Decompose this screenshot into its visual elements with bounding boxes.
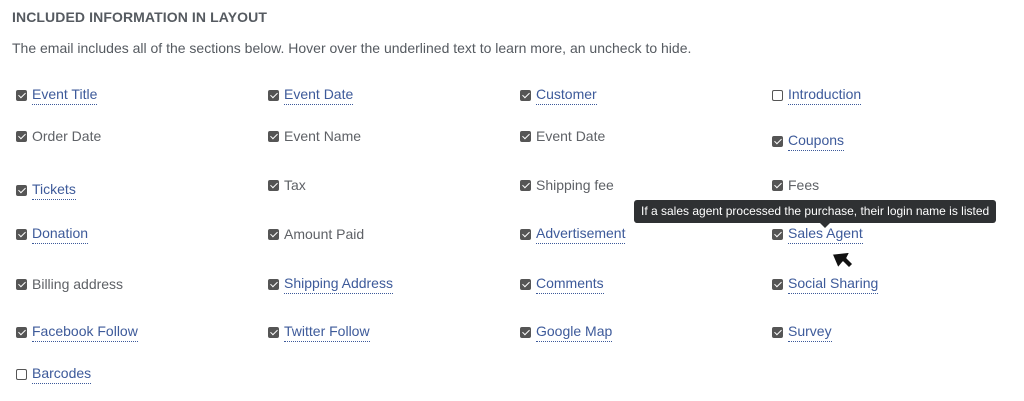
- option-tax[interactable]: Tax: [268, 175, 306, 195]
- option-label[interactable]: Advertisement: [536, 225, 626, 244]
- option-sales-agent[interactable]: Sales Agent: [772, 224, 863, 244]
- checkbox-checked-icon[interactable]: [268, 179, 279, 191]
- option-label: Shipping fee: [536, 176, 614, 193]
- checkbox-empty-icon[interactable]: [16, 368, 27, 380]
- option-label[interactable]: Comments: [536, 275, 604, 294]
- tooltip: If a sales agent processed the purchase,…: [634, 200, 997, 223]
- checkbox-empty-icon[interactable]: [772, 89, 783, 101]
- option-shipping-fee[interactable]: Shipping fee: [520, 175, 614, 195]
- checkbox-checked-icon[interactable]: [520, 179, 531, 191]
- option-label[interactable]: Google Map: [536, 323, 613, 342]
- option-label[interactable]: Twitter Follow: [284, 323, 370, 342]
- checkbox-checked-icon[interactable]: [16, 130, 27, 142]
- tooltip-arrow: [820, 223, 830, 228]
- option-facebook-follow[interactable]: Facebook Follow: [16, 322, 138, 342]
- arrow-cursor-icon: [831, 251, 854, 269]
- option-event-date[interactable]: Event Date: [268, 85, 354, 105]
- checkbox-checked-icon[interactable]: [772, 326, 783, 338]
- option-event-title[interactable]: Event Title: [16, 85, 98, 105]
- option-label[interactable]: Coupons: [788, 132, 845, 151]
- option-fees[interactable]: Fees: [772, 175, 819, 195]
- checkbox-checked-icon[interactable]: [16, 184, 27, 196]
- checkbox-checked-icon[interactable]: [520, 89, 531, 101]
- option-billing-address[interactable]: Billing address: [16, 274, 123, 294]
- checkbox-checked-icon[interactable]: [520, 326, 531, 338]
- option-introduction[interactable]: Introduction: [772, 85, 862, 105]
- option-advertisement[interactable]: Advertisement: [520, 224, 626, 244]
- option-label[interactable]: Tickets: [32, 181, 76, 200]
- option-label[interactable]: Introduction: [788, 86, 862, 105]
- option-social-sharing[interactable]: Social Sharing: [772, 274, 879, 294]
- option-comments[interactable]: Comments: [520, 274, 604, 294]
- option-label[interactable]: Barcodes: [32, 365, 92, 384]
- checkbox-checked-icon[interactable]: [268, 89, 279, 101]
- option-twitter-follow[interactable]: Twitter Follow: [268, 322, 370, 342]
- checkbox-checked-icon[interactable]: [16, 89, 27, 101]
- option-label[interactable]: Shipping Address: [284, 275, 393, 294]
- option-label: Billing address: [32, 275, 124, 292]
- option-label: Event Name: [284, 127, 362, 144]
- checkbox-checked-icon[interactable]: [520, 278, 531, 290]
- option-shipping-address[interactable]: Shipping Address: [268, 274, 393, 294]
- checkbox-checked-icon[interactable]: [520, 228, 531, 240]
- checkbox-checked-icon[interactable]: [16, 278, 27, 290]
- option-label[interactable]: Event Title: [32, 86, 98, 105]
- checkbox-checked-icon[interactable]: [520, 130, 531, 142]
- option-event-date[interactable]: Event Date: [520, 126, 605, 146]
- checkbox-checked-icon[interactable]: [268, 130, 279, 142]
- option-survey[interactable]: Survey: [772, 322, 832, 342]
- option-order-date[interactable]: Order Date: [16, 126, 101, 146]
- layout-options-panel: INCLUDED INFORMATION IN LAYOUT The email…: [0, 0, 1024, 401]
- option-barcodes[interactable]: Barcodes: [16, 364, 92, 384]
- checkbox-checked-icon[interactable]: [772, 278, 783, 290]
- checkbox-checked-icon[interactable]: [772, 228, 783, 240]
- option-label: Order Date: [32, 127, 102, 144]
- checkbox-checked-icon[interactable]: [268, 278, 279, 290]
- option-label[interactable]: Customer: [536, 86, 597, 105]
- option-label[interactable]: Social Sharing: [788, 275, 879, 294]
- checkbox-checked-icon[interactable]: [268, 326, 279, 338]
- option-label: Tax: [284, 176, 306, 193]
- section-description: The email includes all of the sections b…: [12, 40, 692, 56]
- option-label: Event Date: [536, 127, 606, 144]
- checkbox-checked-icon[interactable]: [268, 228, 279, 240]
- option-amount-paid[interactable]: Amount Paid: [268, 224, 364, 244]
- checkbox-checked-icon[interactable]: [16, 228, 27, 240]
- option-donation[interactable]: Donation: [16, 224, 89, 244]
- checkbox-checked-icon[interactable]: [772, 135, 783, 147]
- checkbox-checked-icon[interactable]: [772, 179, 783, 191]
- option-label: Amount Paid: [284, 225, 365, 242]
- option-label[interactable]: Donation: [32, 225, 89, 244]
- option-label[interactable]: Event Date: [284, 86, 354, 105]
- option-google-map[interactable]: Google Map: [520, 322, 613, 342]
- option-coupons[interactable]: Coupons: [772, 131, 845, 151]
- option-event-name[interactable]: Event Name: [268, 126, 361, 146]
- option-customer[interactable]: Customer: [520, 85, 597, 105]
- option-tickets[interactable]: Tickets: [16, 180, 76, 200]
- section-title: INCLUDED INFORMATION IN LAYOUT: [12, 9, 267, 25]
- option-label[interactable]: Survey: [788, 323, 832, 342]
- option-label[interactable]: Facebook Follow: [32, 323, 138, 342]
- checkbox-checked-icon[interactable]: [16, 326, 27, 338]
- option-label: Fees: [788, 176, 820, 193]
